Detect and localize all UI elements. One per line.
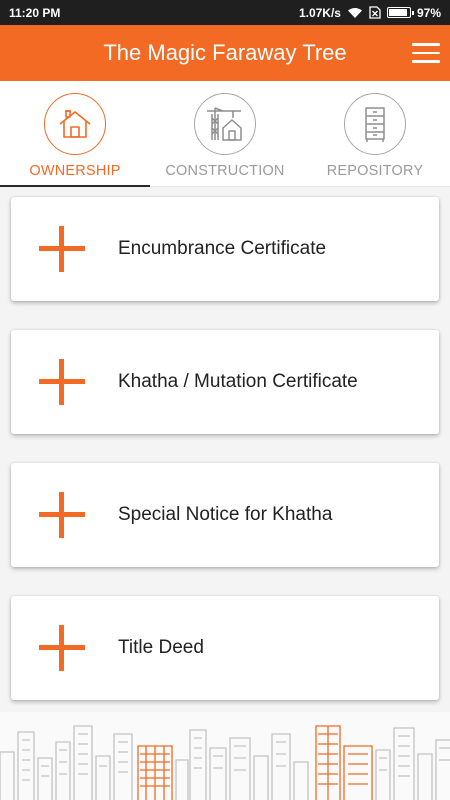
app-title: The Magic Faraway Tree (103, 40, 347, 65)
active-tab-indicator (0, 184, 150, 187)
tab-label: REPOSITORY (326, 163, 424, 179)
tab-construction[interactable]: CONSTRUCTION (150, 81, 300, 186)
plus-icon[interactable] (39, 226, 85, 272)
house-icon (44, 93, 106, 155)
card-label: Khatha / Mutation Certificate (118, 371, 358, 392)
app-bar: The Magic Faraway Tree (0, 25, 450, 81)
network-speed: 1.07K/s (298, 5, 341, 20)
tab-label: OWNERSHIP (29, 163, 121, 179)
status-bar: 11:20 PM 1.07K/s 97% (0, 0, 450, 25)
plus-icon[interactable] (39, 625, 85, 671)
plus-icon[interactable] (39, 359, 85, 405)
city-skyline-illustration (0, 712, 450, 800)
cabinet-icon (344, 93, 406, 155)
tab-ownership[interactable]: OWNERSHIP (0, 81, 150, 186)
tab-repository[interactable]: REPOSITORY (300, 81, 450, 186)
tab-bar: OWNERSHIP CONSTRUCTION REPOSITORY (0, 81, 450, 187)
tab-label: CONSTRUCTION (165, 163, 285, 179)
card-title-deed[interactable]: Title Deed (11, 596, 439, 700)
no-sim-icon (369, 6, 381, 19)
card-encumbrance-certificate[interactable]: Encumbrance Certificate (11, 197, 439, 301)
status-indicators: 1.07K/s 97% (299, 6, 441, 20)
card-label: Special Notice for Khatha (118, 504, 333, 525)
card-khatha-mutation-certificate[interactable]: Khatha / Mutation Certificate (11, 330, 439, 434)
menu-line (412, 43, 440, 46)
status-time: 11:20 PM (9, 5, 61, 20)
battery-icon (386, 7, 414, 18)
card-label: Title Deed (118, 637, 204, 658)
hamburger-menu-icon[interactable] (410, 37, 442, 69)
card-special-notice-for-khatha[interactable]: Special Notice for Khatha (11, 463, 439, 567)
battery-percent: 97% (416, 5, 441, 20)
document-list: Encumbrance Certificate Khatha / Mutatio… (0, 187, 450, 700)
plus-icon[interactable] (39, 492, 85, 538)
menu-line (412, 51, 440, 55)
battery-level (388, 9, 408, 16)
crane-building-icon (194, 93, 256, 155)
wifi-icon (347, 7, 363, 19)
menu-line (412, 60, 440, 63)
card-label: Encumbrance Certificate (118, 238, 327, 259)
